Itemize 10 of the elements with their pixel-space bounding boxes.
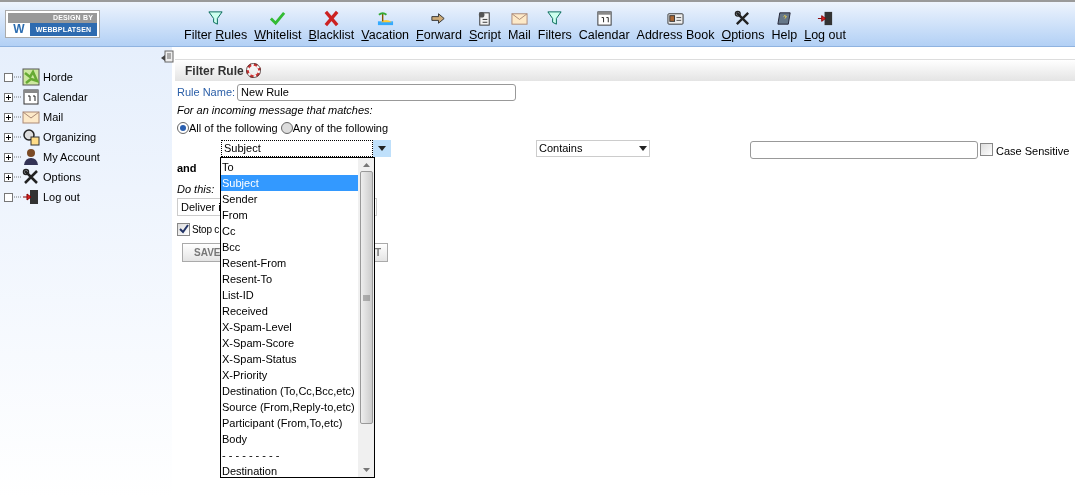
conjunction-label: and bbox=[177, 161, 197, 176]
radio-label: Any of the following bbox=[292, 120, 389, 136]
rule-name-label: Rule Name: bbox=[177, 84, 236, 100]
case-sensitive-label: Case Sensitive bbox=[996, 143, 1070, 159]
action-prompt: Do this: bbox=[177, 182, 215, 195]
logo-letter: W bbox=[12, 23, 26, 36]
panel-title: Filter Rule bbox=[185, 62, 244, 80]
radio-label: All of the following bbox=[189, 120, 278, 136]
match-prompt: For an incoming message that matches: bbox=[177, 103, 374, 118]
stop-label: Stop c bbox=[192, 222, 220, 237]
